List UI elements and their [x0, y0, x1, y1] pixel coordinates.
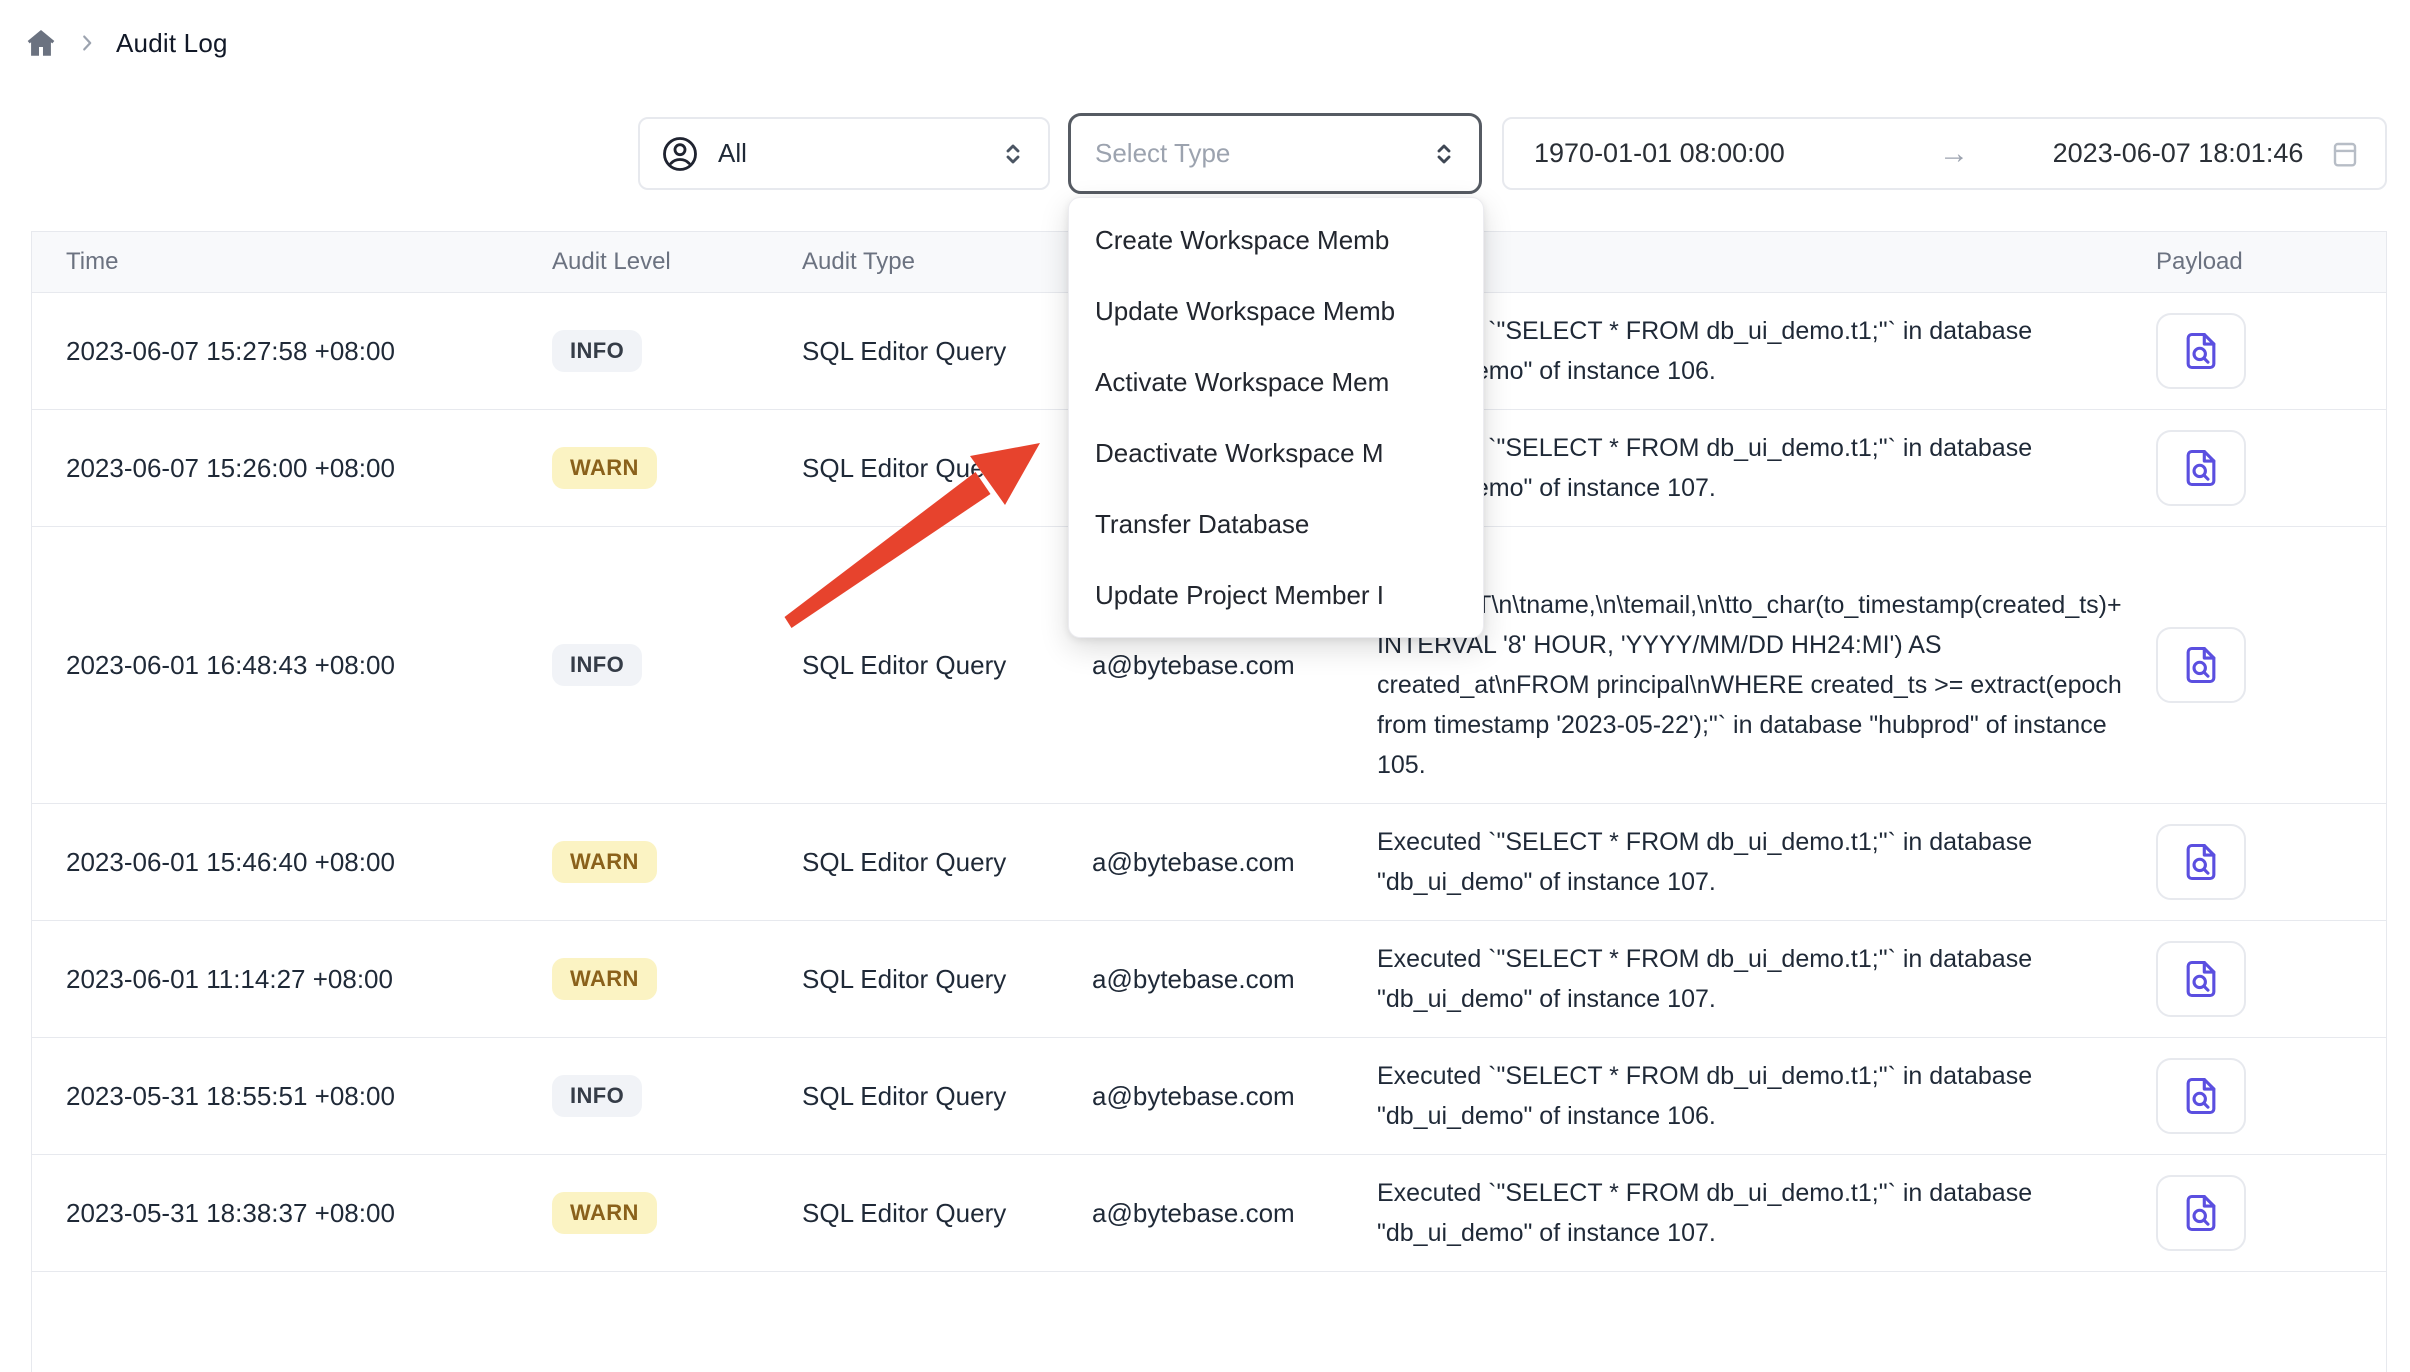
level-cell: INFO	[520, 1075, 770, 1117]
audit-level-badge: INFO	[552, 644, 642, 686]
dropdown-option[interactable]: Activate Workspace Mem	[1069, 347, 1483, 418]
actor-cell: a@bytebase.com	[1060, 1081, 1346, 1112]
payload-cell	[2136, 1058, 2386, 1134]
audit-type-cell: SQL Editor Query	[770, 964, 1060, 995]
header-payload: Payload	[2136, 248, 2386, 276]
level-cell: WARN	[520, 841, 770, 883]
payload-button[interactable]	[2156, 941, 2246, 1017]
audit-level-badge: WARN	[552, 1192, 657, 1234]
time-cell: 2023-06-07 15:26:00 +08:00	[32, 453, 520, 484]
breadcrumb: Audit Log	[24, 26, 228, 60]
type-filter-select[interactable]: Select Type	[1068, 113, 1482, 194]
actor-cell: a@bytebase.com	[1060, 847, 1346, 878]
header-audit-level: Audit Level	[520, 248, 770, 276]
payload-button[interactable]	[2156, 824, 2246, 900]
chevron-right-icon	[76, 32, 98, 54]
table-row: 2023-06-01 11:14:27 +08:00 WARN SQL Editor…	[32, 921, 2386, 1038]
comment-cell: Executed `"SELECT * FROM db_ui_demo.t1;"…	[1346, 804, 2136, 920]
time-cell: 2023-06-01 16:48:43 +08:00	[32, 650, 520, 681]
date-range-from[interactable]: 1970-01-01 08:00:00	[1534, 138, 1939, 169]
file-search-icon	[2179, 327, 2223, 375]
actor-cell: a@bytebase.com	[1060, 650, 1346, 681]
table-row	[32, 1272, 2386, 1372]
time-cell: 2023-05-31 18:55:51 +08:00	[32, 1081, 520, 1112]
calendar-icon	[2329, 138, 2361, 170]
page-title: Audit Log	[116, 28, 228, 59]
date-range-picker[interactable]: 1970-01-01 08:00:00 → 2023-06-07 18:01:4…	[1502, 117, 2387, 190]
actor-filter-select[interactable]: All	[638, 117, 1050, 190]
arrow-right-icon: →	[1939, 137, 2027, 171]
level-cell: WARN	[520, 447, 770, 489]
date-range-to[interactable]: 2023-06-07 18:01:46	[2027, 138, 2329, 169]
dropdown-option[interactable]: Transfer Database	[1069, 489, 1483, 560]
comment-cell: Executed `"SELECT * FROM db_ui_demo.t1;"…	[1346, 921, 2136, 1037]
payload-cell	[2136, 1175, 2386, 1251]
audit-level-badge: INFO	[552, 1075, 642, 1117]
actor-filter-value: All	[718, 138, 998, 169]
audit-type-cell: SQL Editor Query	[770, 336, 1060, 367]
header-audit-type: Audit Type	[770, 248, 1060, 276]
type-select-dropdown: Create Workspace MembUpdate Workspace Me…	[1068, 197, 1484, 638]
chevron-up-down-icon	[1429, 139, 1459, 169]
file-search-icon	[2179, 1072, 2223, 1120]
level-cell: WARN	[520, 958, 770, 1000]
actor-cell: a@bytebase.com	[1060, 1198, 1346, 1229]
audit-type-cell: SQL Editor Query	[770, 453, 1060, 484]
payload-cell	[2136, 430, 2386, 506]
time-cell: 2023-06-01 15:46:40 +08:00	[32, 847, 520, 878]
payload-button[interactable]	[2156, 430, 2246, 506]
file-search-icon	[2179, 955, 2223, 1003]
person-icon	[660, 134, 700, 174]
audit-type-cell: SQL Editor Query	[770, 1198, 1060, 1229]
comment-cell: Executed `"SELECT * FROM db_ui_demo.t1;"…	[1346, 1155, 2136, 1271]
file-search-icon	[2179, 1189, 2223, 1237]
payload-button[interactable]	[2156, 627, 2246, 703]
table-row: 2023-06-01 15:46:40 +08:00 WARN SQL Editor…	[32, 804, 2386, 921]
audit-level-badge: WARN	[552, 958, 657, 1000]
audit-level-badge: WARN	[552, 447, 657, 489]
payload-cell	[2136, 627, 2386, 703]
payload-cell	[2136, 941, 2386, 1017]
chevron-up-down-icon	[998, 139, 1028, 169]
level-cell: INFO	[520, 330, 770, 372]
header-time: Time	[32, 248, 520, 276]
level-cell: INFO	[520, 644, 770, 686]
audit-level-badge: INFO	[552, 330, 642, 372]
time-cell: 2023-06-07 15:27:58 +08:00	[32, 336, 520, 367]
level-cell: WARN	[520, 1192, 770, 1234]
actor-cell: a@bytebase.com	[1060, 964, 1346, 995]
dropdown-option[interactable]: Update Workspace Memb	[1069, 276, 1483, 347]
audit-level-badge: WARN	[552, 841, 657, 883]
type-filter-placeholder: Select Type	[1095, 138, 1429, 169]
comment-cell: Executed `"SELECT * FROM db_ui_demo.t1;"…	[1346, 1038, 2136, 1154]
file-search-icon	[2179, 838, 2223, 886]
audit-type-cell: SQL Editor Query	[770, 650, 1060, 681]
audit-type-cell: SQL Editor Query	[770, 1081, 1060, 1112]
payload-button[interactable]	[2156, 313, 2246, 389]
dropdown-option[interactable]: Deactivate Workspace M	[1069, 418, 1483, 489]
file-search-icon	[2179, 444, 2223, 492]
payload-cell	[2136, 313, 2386, 389]
payload-button[interactable]	[2156, 1058, 2246, 1134]
dropdown-option[interactable]: Update Project Member I	[1069, 560, 1483, 631]
audit-type-cell: SQL Editor Query	[770, 847, 1060, 878]
time-cell: 2023-06-01 11:14:27 +08:00	[32, 964, 520, 995]
time-cell: 2023-05-31 18:38:37 +08:00	[32, 1198, 520, 1229]
table-row: 2023-05-31 18:38:37 +08:00 WARN SQL Editor…	[32, 1155, 2386, 1272]
file-search-icon	[2179, 641, 2223, 689]
dropdown-option[interactable]: Create Workspace Memb	[1069, 205, 1483, 276]
payload-button[interactable]	[2156, 1175, 2246, 1251]
home-icon[interactable]	[24, 26, 58, 60]
payload-cell	[2136, 824, 2386, 900]
table-row: 2023-05-31 18:55:51 +08:00 INFO SQL Editor…	[32, 1038, 2386, 1155]
